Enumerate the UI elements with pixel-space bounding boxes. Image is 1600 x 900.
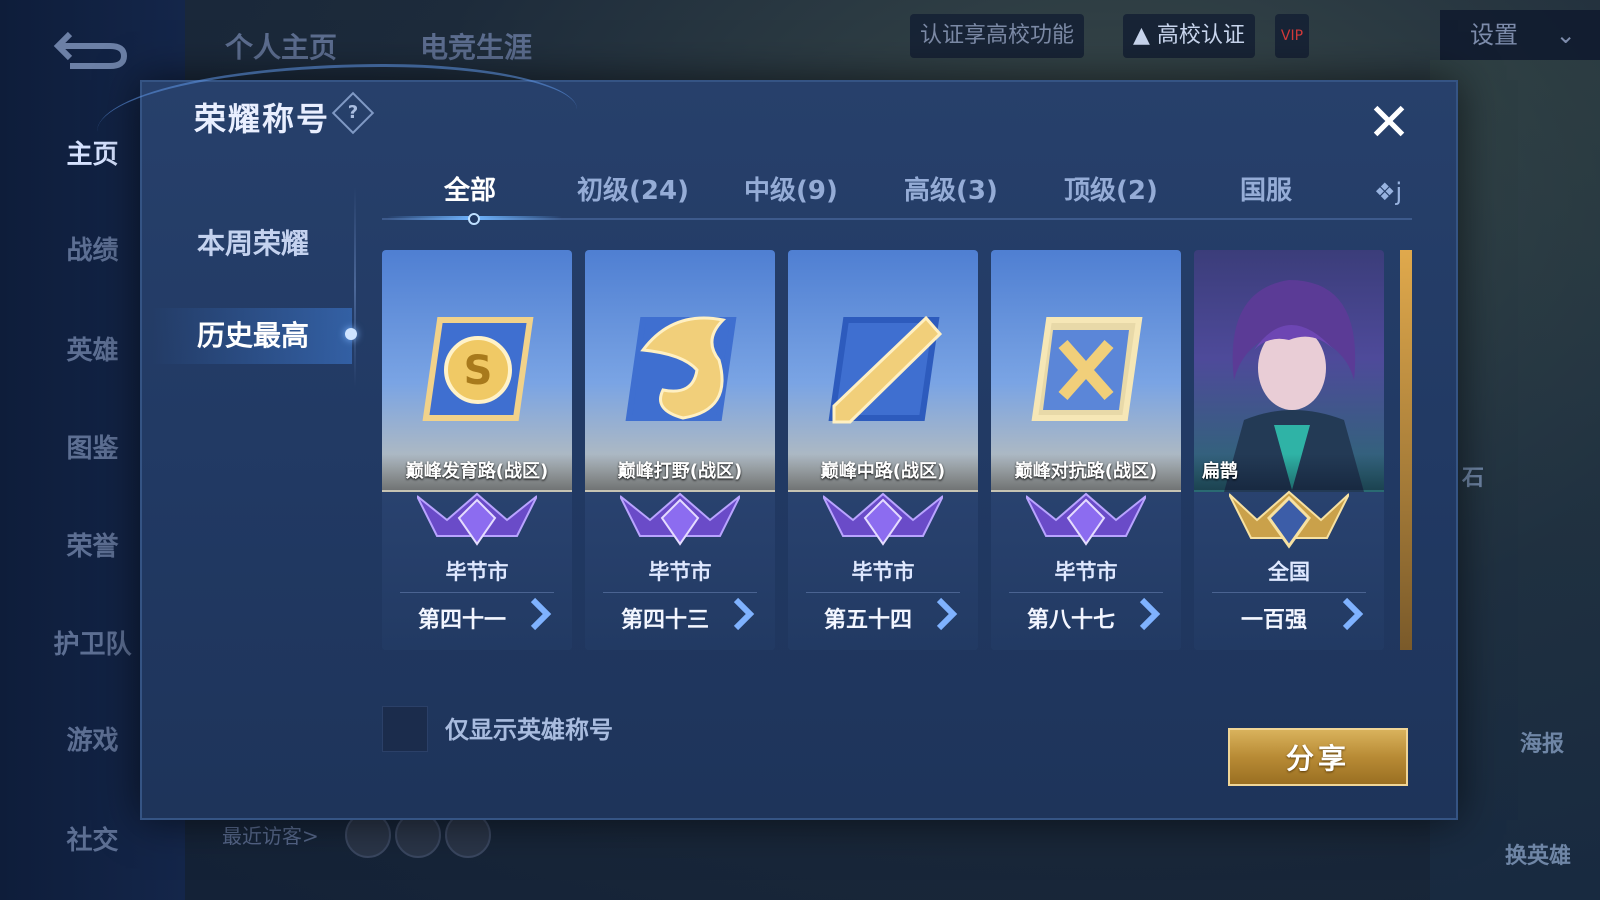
hero-titles-only-checkbox[interactable]	[382, 706, 428, 752]
card-region: 毕节市	[851, 560, 915, 584]
card-title-name: 巅峰发育路(战区)	[382, 454, 572, 490]
card-rank: 一百强	[1240, 608, 1307, 633]
campus-prompt[interactable]: 认证享高校功能	[910, 14, 1085, 58]
tab-top[interactable]: 顶级(2)	[1064, 170, 1158, 207]
title-card-partial[interactable]	[1400, 250, 1412, 650]
purple-rank-badge-icon	[417, 492, 537, 546]
help-icon[interactable]: ?	[331, 91, 375, 135]
tab-junior[interactable]: 初级(24)	[577, 170, 689, 207]
selected-indicator	[345, 328, 357, 340]
back-icon[interactable]	[50, 22, 130, 72]
card-title-name: 巅峰对抗路(战区)	[991, 454, 1181, 490]
card-region: 全国	[1268, 560, 1310, 584]
tab-all[interactable]: 全部	[444, 170, 496, 207]
crossed-swords-icon	[1031, 317, 1143, 421]
title-card-list: S 巅峰发育路(战区) 毕节市 第四十一 巅峰打野(战区) 毕节市 第四十三 巅…	[382, 250, 1412, 652]
card-title-name: 扁鹊	[1194, 454, 1384, 490]
chevron-right-icon[interactable]	[1339, 596, 1365, 632]
side-item-history-best[interactable]: 历史最高	[152, 308, 352, 364]
tab-national-server[interactable]: 国服	[1240, 170, 1292, 207]
card-divider	[1009, 592, 1163, 593]
campus-cert-button[interactable]: ▲ 高校认证	[1123, 14, 1255, 58]
chevron-right-icon[interactable]	[933, 596, 959, 632]
card-region: 毕节市	[1054, 560, 1118, 584]
settings-label: 设置	[1470, 21, 1518, 49]
honor-title-modal: 荣耀称号 ? ✕ 本周荣耀 历史最高 全部 初级(24) 中级(9) 高级(3)…	[97, 64, 1458, 820]
hero-titles-only-label: 仅显示英雄称号	[445, 716, 613, 744]
s-coin-icon: S	[422, 317, 534, 421]
tab-intermediate[interactable]: 中级(9)	[744, 170, 838, 207]
card-rank: 第八十七	[1026, 608, 1115, 633]
purple-rank-badge-icon	[620, 492, 740, 546]
tab-personal-home[interactable]: 个人主页	[225, 26, 337, 66]
title-card[interactable]: 巅峰打野(战区) 毕节市 第四十三	[585, 250, 775, 650]
poster-button[interactable]: 海报	[1520, 726, 1564, 758]
chevron-right-icon[interactable]	[527, 596, 553, 632]
gold-rank-badge-icon	[1229, 490, 1349, 549]
tab-advanced[interactable]: 高级(3)	[904, 170, 998, 207]
switch-hero-button[interactable]: 换英雄	[1505, 838, 1571, 870]
card-region: 毕节市	[648, 560, 712, 584]
card-rank: 第五十四	[823, 608, 912, 633]
modal-title: 荣耀称号	[194, 100, 331, 138]
card-title-name: 巅峰打野(战区)	[585, 454, 775, 490]
side-label-stone: 石	[1462, 466, 1485, 491]
card-divider	[400, 592, 554, 593]
title-card[interactable]: 扁鹊 全国 一百强	[1194, 250, 1384, 650]
title-card[interactable]: S 巅峰发育路(战区) 毕节市 第四十一	[382, 250, 572, 650]
side-menu-divider	[354, 187, 356, 387]
close-icon[interactable]: ✕	[1364, 97, 1414, 149]
card-region: 毕节市	[445, 560, 509, 584]
chevron-down-icon: ⌄	[1555, 21, 1576, 49]
slash-icon	[828, 315, 942, 424]
title-card[interactable]: 巅峰对抗路(战区) 毕节市 第八十七	[991, 250, 1181, 650]
dragon-icon	[625, 316, 737, 421]
card-divider	[1212, 592, 1366, 593]
svg-text:S: S	[464, 348, 493, 394]
more-tabs-icon[interactable]: ❖j	[1374, 178, 1402, 206]
settings-button[interactable]: 设置 ⌄	[1440, 10, 1600, 60]
chevron-right-icon[interactable]	[730, 596, 756, 632]
chevron-right-icon[interactable]	[1136, 596, 1162, 632]
campus-cert-label: 高校认证	[1156, 23, 1245, 48]
recent-visitors[interactable]: 最近访客>	[222, 820, 319, 849]
purple-rank-badge-icon	[823, 492, 943, 546]
card-rank: 第四十一	[417, 608, 506, 633]
card-title-name: 巅峰中路(战区)	[788, 454, 978, 490]
tab-bar: 全部 初级(24) 中级(9) 高级(3) 顶级(2) 国服	[382, 170, 1412, 220]
decorative-swirl	[97, 64, 577, 177]
nav-item-social[interactable]: 社交	[0, 820, 185, 857]
share-button[interactable]: 分享	[1228, 728, 1408, 786]
card-divider	[806, 592, 960, 593]
purple-rank-badge-icon	[1026, 492, 1146, 546]
side-item-weekly-honor[interactable]: 本周荣耀	[197, 222, 357, 262]
title-card[interactable]: 巅峰中路(战区) 毕节市 第五十四	[788, 250, 978, 650]
campus-icon: ▲	[1133, 23, 1150, 48]
card-divider	[603, 592, 757, 593]
card-rank: 第四十三	[620, 608, 709, 633]
vip-badge[interactable]: VIP	[1275, 14, 1309, 58]
tab-esports-career[interactable]: 电竞生涯	[420, 26, 532, 66]
